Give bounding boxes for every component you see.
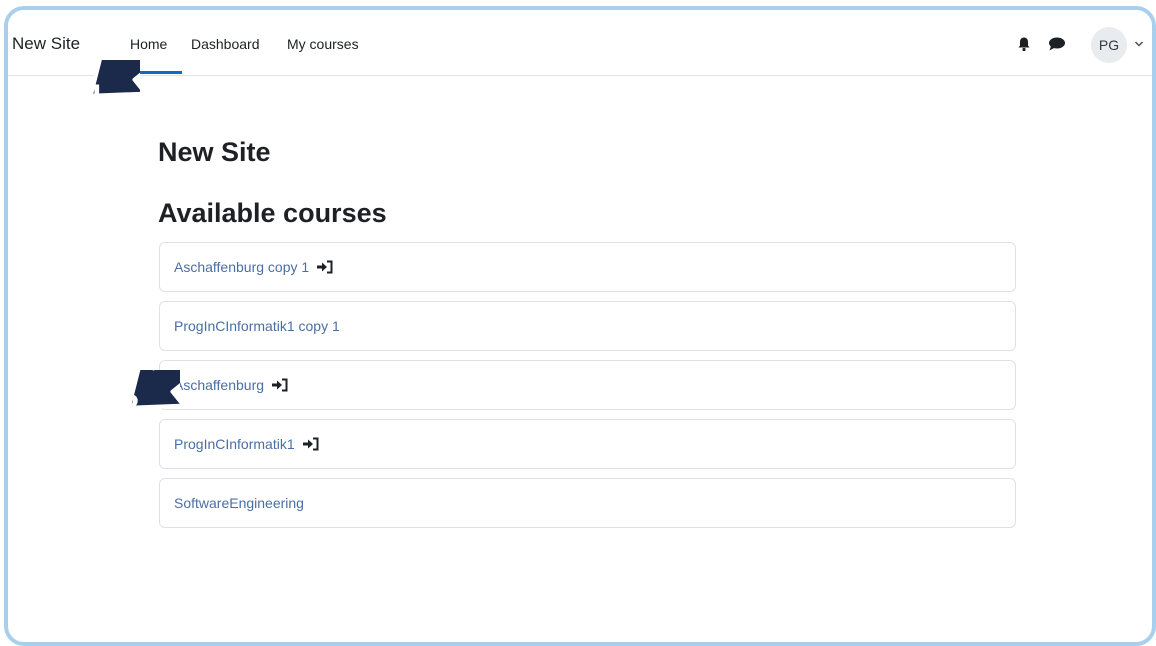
- arrow-icon: [126, 370, 180, 410]
- course-item[interactable]: Aschaffenburg: [159, 360, 1016, 410]
- course-link[interactable]: Aschaffenburg: [174, 377, 264, 393]
- site-brand[interactable]: New Site: [12, 34, 80, 54]
- nav-home[interactable]: Home: [130, 36, 167, 52]
- course-item[interactable]: ProgInCInformatik1: [159, 419, 1016, 469]
- callout-arrow-2: 2: [121, 370, 180, 426]
- course-link[interactable]: Aschaffenburg copy 1: [174, 259, 309, 275]
- enrol-sign-in-icon: [272, 378, 288, 392]
- callout-number: 2: [121, 388, 140, 426]
- callout-arrow-1: 1: [87, 60, 140, 116]
- chevron-down-icon[interactable]: [1134, 40, 1144, 48]
- course-link[interactable]: ProgInCInformatik1: [174, 436, 295, 452]
- nav-my-courses[interactable]: My courses: [287, 36, 359, 52]
- course-link[interactable]: SoftwareEngineering: [174, 495, 304, 511]
- nav-dashboard[interactable]: Dashboard: [191, 36, 260, 52]
- enrol-sign-in-icon: [317, 260, 333, 274]
- user-initials: PG: [1098, 37, 1120, 53]
- browser-frame: New Site Home Dashboard My courses PG Ne…: [4, 6, 1156, 646]
- course-item[interactable]: ProgInCInformatik1 copy 1: [159, 301, 1016, 351]
- course-list: Aschaffenburg copy 1 ProgInCInformatik1 …: [159, 242, 1016, 537]
- top-navbar: New Site Home Dashboard My courses PG: [8, 10, 1152, 76]
- bell-icon[interactable]: [1016, 36, 1032, 52]
- course-link[interactable]: ProgInCInformatik1 copy 1: [174, 318, 340, 334]
- enrol-sign-in-icon: [302, 437, 319, 451]
- page-title: New Site: [158, 137, 271, 167]
- available-courses-heading: Available courses: [158, 198, 387, 228]
- course-item[interactable]: SoftwareEngineering: [159, 478, 1016, 528]
- chat-bubble-icon[interactable]: [1048, 37, 1066, 51]
- callout-number: 1: [87, 78, 106, 116]
- user-avatar[interactable]: PG: [1091, 27, 1127, 63]
- course-item[interactable]: Aschaffenburg copy 1: [159, 242, 1016, 292]
